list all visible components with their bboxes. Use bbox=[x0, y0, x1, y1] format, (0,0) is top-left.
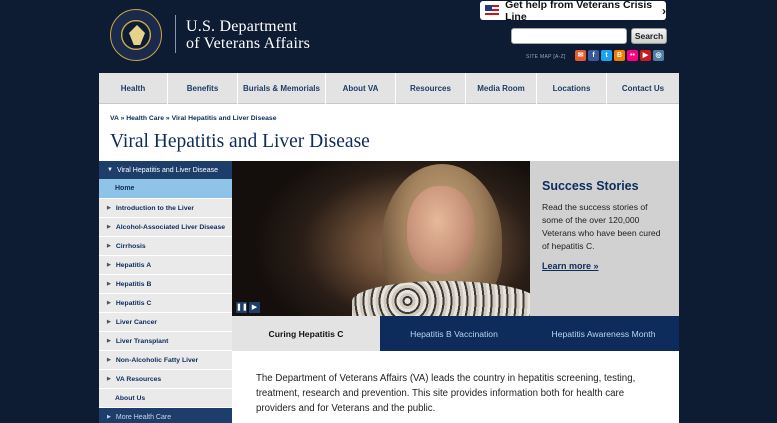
hero-person-shirt bbox=[352, 281, 530, 316]
tab-curing-hepatitis-c[interactable]: Curing Hepatitis C bbox=[232, 316, 380, 351]
triangle-right-icon: ▶ bbox=[107, 414, 111, 420]
triangle-right-icon: ▶ bbox=[107, 281, 111, 287]
nav-benefits[interactable]: Benefits bbox=[168, 73, 238, 104]
triangle-down-icon: ▼ bbox=[107, 167, 113, 173]
nav-about-va[interactable]: About VA bbox=[326, 73, 396, 104]
flag-icon bbox=[485, 5, 500, 16]
nav-health[interactable]: Health bbox=[99, 73, 168, 104]
sidebar-item-liver-transplant[interactable]: ▶ Liver Transplant bbox=[99, 331, 232, 350]
sidebar-section-header[interactable]: ▼ Viral Hepatitis and Liver Disease bbox=[99, 161, 232, 179]
sidebar-item-label: Cirrhosis bbox=[115, 242, 146, 250]
nav-locations[interactable]: Locations bbox=[537, 73, 607, 104]
intro-paragraph: The Department of Veterans Affairs (VA) … bbox=[256, 373, 636, 414]
sidebar-item-home[interactable]: Home bbox=[99, 179, 232, 198]
sidebar-item-va-resources[interactable]: ▶ VA Resources bbox=[99, 369, 232, 388]
tab-hepatitis-b-vaccination[interactable]: Hepatitis B Vaccination bbox=[380, 316, 528, 351]
hero-person-face bbox=[407, 186, 475, 274]
sidebar: ▼ Viral Hepatitis and Liver Disease Home… bbox=[99, 161, 232, 423]
tab-hepatitis-awareness-month[interactable]: Hepatitis Awareness Month bbox=[528, 316, 679, 351]
dept-name-line2[interactable]: of Veterans Affairs bbox=[186, 35, 310, 53]
search-input[interactable] bbox=[511, 28, 627, 44]
email-icon[interactable]: ✉ bbox=[575, 50, 586, 61]
triangle-right-icon: ▶ bbox=[107, 224, 111, 230]
dept-name-line1[interactable]: U.S. Department bbox=[186, 18, 297, 36]
triangle-right-icon: ▶ bbox=[107, 376, 111, 382]
triangle-right-icon: ▶ bbox=[107, 357, 111, 363]
blog-icon[interactable]: B bbox=[614, 50, 625, 61]
sidebar-item-introduction[interactable]: ▶ Introduction to the Liver bbox=[99, 198, 232, 217]
sidebar-header-label: Viral Hepatitis and Liver Disease bbox=[116, 166, 218, 174]
nav-burials-memorials[interactable]: Burials & Memorials bbox=[238, 73, 326, 104]
chevron-right-icon: › bbox=[662, 3, 666, 18]
nav-media-room[interactable]: Media Room bbox=[466, 73, 537, 104]
eagle-icon bbox=[129, 25, 145, 45]
sidebar-item-hepatitis-b[interactable]: ▶ Hepatitis B bbox=[99, 274, 232, 293]
sidebar-item-label: Hepatitis C bbox=[115, 299, 152, 307]
sidebar-item-fatty-liver[interactable]: ▶ Non-Alcoholic Fatty Liver bbox=[99, 350, 232, 369]
sidebar-item-label: Hepatitis B bbox=[115, 280, 152, 288]
sidebar-item-label: Hepatitis A bbox=[115, 261, 152, 269]
social-icons: ✉ f t B •• ▶ ◎ bbox=[575, 50, 664, 61]
sidebar-item-label: Liver Cancer bbox=[115, 318, 158, 326]
hero-video[interactable]: ❚❚ ▶ bbox=[232, 161, 530, 316]
sidebar-more-health-care[interactable]: ▶ More Health Care bbox=[99, 408, 232, 423]
search-button[interactable]: Search bbox=[631, 28, 667, 44]
learn-more-link[interactable]: Learn more » bbox=[542, 261, 599, 271]
triangle-right-icon: ▶ bbox=[107, 243, 111, 249]
flickr-icon[interactable]: •• bbox=[627, 50, 638, 61]
play-icon[interactable]: ▶ bbox=[249, 302, 260, 313]
sidebar-item-label: Introduction to the Liver bbox=[115, 204, 195, 212]
sidebar-item-about-us[interactable]: About Us bbox=[99, 388, 232, 407]
sidebar-item-label: Non-Alcoholic Fatty Liver bbox=[115, 356, 199, 364]
sidebar-item-liver-cancer[interactable]: ▶ Liver Cancer bbox=[99, 312, 232, 331]
success-stories-body: Read the success stories of some of the … bbox=[542, 202, 661, 251]
feature-tabs: Curing Hepatitis C Hepatitis B Vaccinati… bbox=[232, 316, 679, 351]
sitemap-link[interactable]: SITE MAP [A-Z] bbox=[526, 54, 566, 60]
triangle-right-icon: ▶ bbox=[107, 338, 111, 344]
success-stories-panel: Success Stories Read the success stories… bbox=[530, 161, 679, 316]
instagram-icon[interactable]: ◎ bbox=[653, 50, 664, 61]
breadcrumb[interactable]: VA » Health Care » Viral Hepatitis and L… bbox=[110, 115, 276, 122]
sidebar-item-alcohol-associated[interactable]: ▶ Alcohol-Associated Liver Disease bbox=[99, 217, 232, 236]
header-divider bbox=[175, 15, 176, 53]
sidebar-item-label: VA Resources bbox=[115, 375, 162, 383]
sidebar-item-label: Liver Transplant bbox=[115, 337, 169, 345]
crisis-line-label: Get help from Veterans Crisis Line bbox=[505, 0, 653, 23]
page-title: Viral Hepatitis and Liver Disease bbox=[110, 131, 370, 152]
site-header: U.S. Department of Veterans Affairs Get … bbox=[0, 0, 777, 73]
sidebar-item-cirrhosis[interactable]: ▶ Cirrhosis bbox=[99, 236, 232, 255]
sidebar-item-hepatitis-c[interactable]: ▶ Hepatitis C bbox=[99, 293, 232, 312]
va-seal-logo[interactable] bbox=[110, 9, 162, 61]
triangle-right-icon: ▶ bbox=[107, 319, 111, 325]
youtube-icon[interactable]: ▶ bbox=[640, 50, 651, 61]
nav-resources[interactable]: Resources bbox=[396, 73, 466, 104]
pause-icon[interactable]: ❚❚ bbox=[236, 302, 248, 313]
sidebar-more-label: More Health Care bbox=[115, 413, 172, 421]
veterans-crisis-line-button[interactable]: Get help from Veterans Crisis Line › bbox=[480, 0, 666, 23]
facebook-icon[interactable]: f bbox=[588, 50, 599, 61]
sidebar-item-hepatitis-a[interactable]: ▶ Hepatitis A bbox=[99, 255, 232, 274]
triangle-right-icon: ▶ bbox=[107, 300, 111, 306]
triangle-right-icon: ▶ bbox=[107, 205, 111, 211]
triangle-right-icon: ▶ bbox=[107, 262, 111, 268]
main-nav: Health Benefits Burials & Memorials Abou… bbox=[99, 73, 679, 104]
nav-contact-us[interactable]: Contact Us bbox=[607, 73, 679, 104]
sidebar-item-label: Alcohol-Associated Liver Disease bbox=[115, 223, 226, 231]
twitter-icon[interactable]: t bbox=[601, 50, 612, 61]
hero-controls: ❚❚ ▶ bbox=[236, 302, 260, 313]
success-stories-title: Success Stories bbox=[542, 179, 639, 193]
main-content: VA » Health Care » Viral Hepatitis and L… bbox=[99, 104, 679, 423]
